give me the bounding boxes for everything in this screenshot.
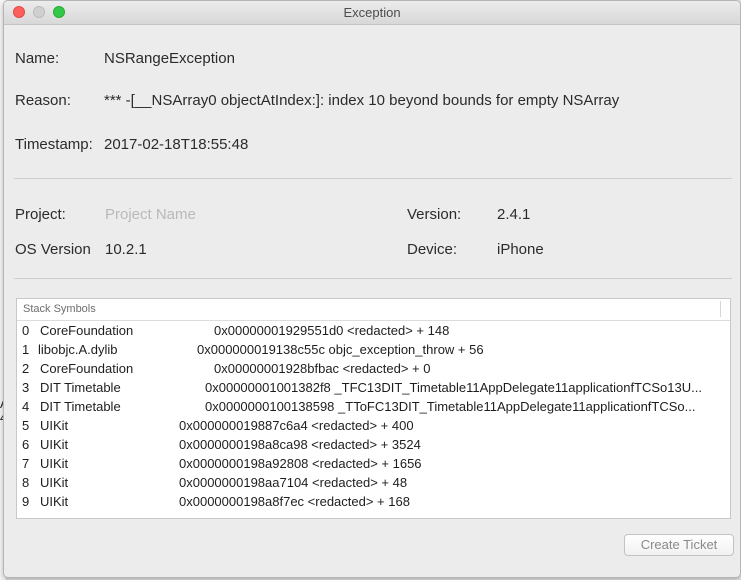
frame-number: 3 bbox=[22, 380, 30, 395]
frame-library: CoreFoundation bbox=[40, 323, 134, 338]
frame-number: 4 bbox=[22, 399, 30, 414]
frame-number: 0 bbox=[22, 323, 30, 338]
frame-number: 1 bbox=[22, 342, 30, 357]
frame-library: UIKit bbox=[40, 456, 69, 471]
device-value: iPhone bbox=[497, 241, 544, 258]
frame-symbol: 0x0000000198a8ca98 <redacted> + 3524 bbox=[179, 437, 421, 452]
frame-symbol: 0x0000000100138598 _TToFC13DIT_Timetable… bbox=[205, 399, 696, 414]
os-version-label: OS Version bbox=[15, 241, 91, 258]
table-row[interactable]: 9 UIKit 0x0000000198a8f7ec <redacted> + … bbox=[17, 492, 730, 511]
table-row[interactable]: 0 CoreFoundation 0x00000001929551d0 <red… bbox=[17, 321, 730, 340]
frame-symbol: 0x000000019887c6a4 <redacted> + 400 bbox=[179, 418, 414, 433]
frame-symbol: 0x00000001928bfbac <redacted> + 0 bbox=[214, 361, 431, 376]
table-row[interactable]: 1 libobjc.A.dylib 0x000000019138c55c obj… bbox=[17, 340, 730, 359]
table-row[interactable]: 8 UIKit 0x0000000198aa7104 <redacted> + … bbox=[17, 473, 730, 492]
stack-symbols-header[interactable]: Stack Symbols bbox=[17, 299, 730, 321]
frame-library: DIT Timetable bbox=[40, 380, 121, 395]
frame-symbol: 0x00000001001382f8 _TFC13DIT_Timetable11… bbox=[205, 380, 702, 395]
timestamp-value: 2017-02-18T18:55:48 bbox=[104, 136, 249, 153]
title-bar[interactable]: Exception bbox=[4, 1, 740, 25]
frame-symbol: 0x000000019138c55c objc_exception_throw … bbox=[197, 342, 484, 357]
frame-library: UIKit bbox=[40, 494, 69, 509]
frame-number: 5 bbox=[22, 418, 30, 433]
frame-symbol: 0x0000000198a92808 <redacted> + 1656 bbox=[179, 456, 422, 471]
frame-library: UIKit bbox=[40, 437, 69, 452]
window-title: Exception bbox=[343, 5, 401, 20]
frame-library: DIT Timetable bbox=[40, 399, 121, 414]
stack-symbols-table[interactable]: Stack Symbols 0 CoreFoundation 0x0000000… bbox=[16, 298, 731, 519]
frame-library: libobjc.A.dylib bbox=[38, 342, 118, 357]
reason-value: *** -[__NSArray0 objectAtIndex:]: index … bbox=[104, 92, 620, 109]
table-row[interactable]: 2 CoreFoundation 0x00000001928bfbac <red… bbox=[17, 359, 730, 378]
frame-symbol: 0x0000000198a8f7ec <redacted> + 168 bbox=[179, 494, 410, 509]
name-label: Name: bbox=[15, 50, 60, 67]
table-row[interactable]: 4 DIT Timetable 0x0000000100138598 _TToF… bbox=[17, 397, 730, 416]
project-label: Project: bbox=[15, 206, 66, 223]
divider bbox=[14, 178, 732, 179]
table-row[interactable]: 5 UIKit 0x000000019887c6a4 <redacted> + … bbox=[17, 416, 730, 435]
os-version-value: 10.2.1 bbox=[105, 241, 147, 258]
version-value: 2.4.1 bbox=[497, 206, 531, 223]
frame-library: UIKit bbox=[40, 475, 69, 490]
frame-number: 8 bbox=[22, 475, 30, 490]
stack-symbols-header-label: Stack Symbols bbox=[23, 303, 96, 315]
timestamp-label: Timestamp: bbox=[15, 136, 93, 153]
name-value: NSRangeException bbox=[104, 50, 235, 67]
create-ticket-button[interactable]: Create Ticket bbox=[624, 534, 734, 556]
project-name-field[interactable]: Project Name bbox=[105, 206, 196, 223]
table-row[interactable]: 7 UIKit 0x0000000198a92808 <redacted> + … bbox=[17, 454, 730, 473]
divider bbox=[14, 278, 732, 279]
table-row[interactable]: 3 DIT Timetable 0x00000001001382f8 _TFC1… bbox=[17, 378, 730, 397]
frame-library: CoreFoundation bbox=[40, 361, 134, 376]
frame-library: UIKit bbox=[40, 418, 69, 433]
column-divider bbox=[720, 301, 721, 317]
frame-number: 9 bbox=[22, 494, 30, 509]
frame-symbol: 0x0000000198aa7104 <redacted> + 48 bbox=[179, 475, 408, 490]
frame-number: 2 bbox=[22, 361, 30, 376]
frame-number: 6 bbox=[22, 437, 30, 452]
reason-label: Reason: bbox=[15, 92, 71, 109]
frame-number: 7 bbox=[22, 456, 30, 471]
version-label: Version: bbox=[407, 206, 462, 223]
exception-window: Exception Name: NSRangeException Reason:… bbox=[3, 0, 741, 578]
table-row[interactable]: 6 UIKit 0x0000000198a8ca98 <redacted> + … bbox=[17, 435, 730, 454]
frame-symbol: 0x00000001929551d0 <redacted> + 148 bbox=[214, 323, 450, 338]
device-label: Device: bbox=[407, 241, 458, 258]
